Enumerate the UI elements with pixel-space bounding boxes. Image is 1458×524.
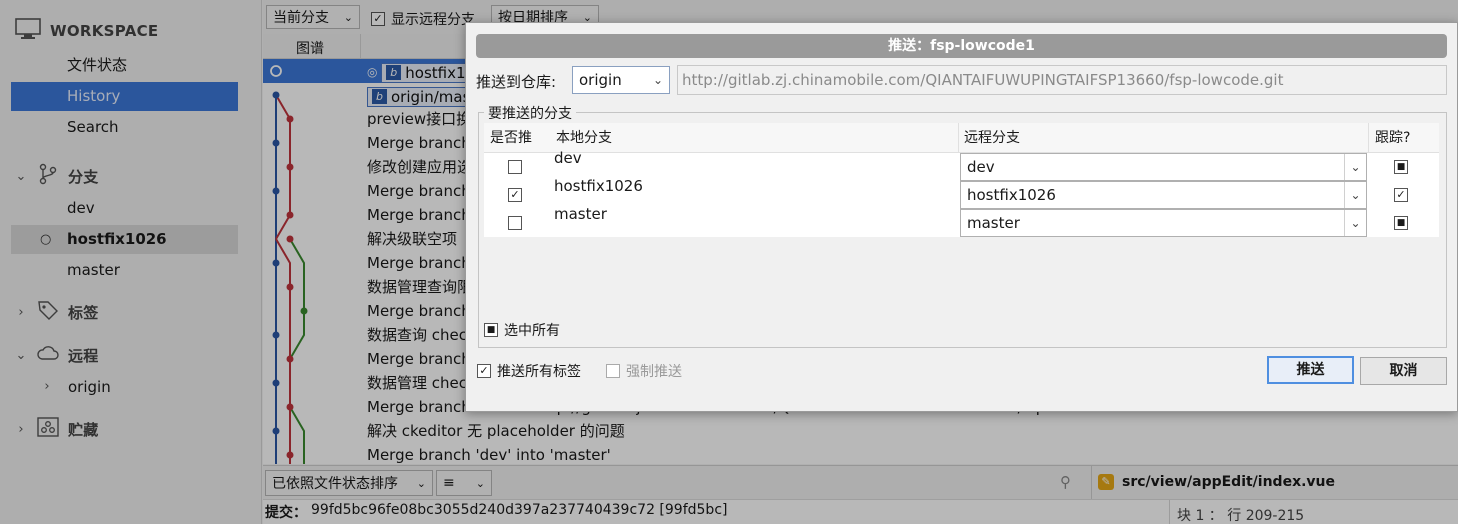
checkbox-checked-icon: ✓ — [477, 364, 491, 378]
remote-branch-value: hostfix1026 — [967, 186, 1056, 204]
branches-group-title: 要推送的分支 — [484, 103, 576, 123]
checkbox-icon — [606, 364, 620, 378]
remote-branch-select[interactable]: dev ⌄ — [960, 153, 1367, 181]
column-divider — [1368, 123, 1369, 153]
push-checkbox[interactable] — [508, 160, 522, 174]
cancel-button[interactable]: 取消 — [1360, 357, 1447, 385]
branch-row: ✓ hostfix1026 hostfix1026 ⌄ ✓ — [484, 177, 1439, 209]
push-to-label: 推送到仓库: — [476, 73, 557, 91]
dialog-title: 推送：fsp-lowcode1 — [476, 34, 1447, 58]
branches-table: 是否推 本地分支 远程分支 跟踪? dev dev ⌄ ■ ✓ hostfix1026 ho… — [484, 123, 1439, 341]
push-checkbox[interactable] — [508, 216, 522, 230]
select-all-label: 选中所有 — [504, 323, 560, 339]
remote-branch-select[interactable]: hostfix1026 ⌄ — [960, 181, 1367, 209]
force-push-label: 强制推送 — [626, 364, 682, 380]
app-window: WORKSPACE 文件状态 History Search ⌄ 分支 dev ○… — [0, 0, 1458, 524]
track-checkbox-partial[interactable]: ■ — [1394, 160, 1408, 174]
chevron-down-icon: ⌄ — [1344, 182, 1366, 208]
force-push-checkbox[interactable]: 强制推送 — [606, 361, 682, 381]
table-header — [484, 123, 1439, 153]
push-all-tags-checkbox[interactable]: ✓ 推送所有标签 — [477, 361, 581, 381]
local-branch-name: master — [554, 205, 607, 223]
push-all-tags-label: 推送所有标签 — [497, 364, 581, 380]
local-branch-name: hostfix1026 — [554, 177, 643, 195]
push-button[interactable]: 推送 — [1267, 356, 1354, 384]
partial-check-icon: ■ — [484, 323, 498, 337]
remote-branch-value: master — [967, 214, 1020, 232]
col-remote-header: 远程分支 — [964, 130, 1020, 146]
remote-select[interactable]: origin ⌄ — [572, 66, 670, 94]
chevron-down-icon: ⌄ — [1344, 210, 1366, 236]
branch-rows: dev dev ⌄ ■ ✓ hostfix1026 hostfix1026 ⌄ ✓ master m… — [484, 149, 1439, 243]
select-all-checkbox[interactable]: ■ 选中所有 — [484, 320, 560, 340]
remote-branch-select[interactable]: master ⌄ — [960, 209, 1367, 237]
local-branch-name: dev — [554, 149, 582, 167]
push-dialog: 推送：fsp-lowcode1 推送到仓库: origin ⌄ http://g… — [465, 22, 1458, 412]
track-checkbox-partial[interactable]: ■ — [1394, 216, 1408, 230]
track-checkbox-checked[interactable]: ✓ — [1394, 188, 1408, 202]
chevron-down-icon: ⌄ — [1344, 154, 1366, 180]
push-checkbox-checked[interactable]: ✓ — [508, 188, 522, 202]
remote-branch-value: dev — [967, 158, 995, 176]
chevron-down-icon: ⌄ — [652, 73, 664, 87]
remote-url-field[interactable]: http://gitlab.zj.chinamobile.com/QIANTAI… — [677, 65, 1447, 95]
col-track-header: 跟踪? — [1375, 130, 1411, 146]
branch-row: master master ⌄ ■ — [484, 205, 1439, 237]
column-divider — [958, 123, 959, 153]
remote-select-value: origin — [579, 71, 622, 89]
col-push-header: 是否推 — [490, 130, 532, 146]
